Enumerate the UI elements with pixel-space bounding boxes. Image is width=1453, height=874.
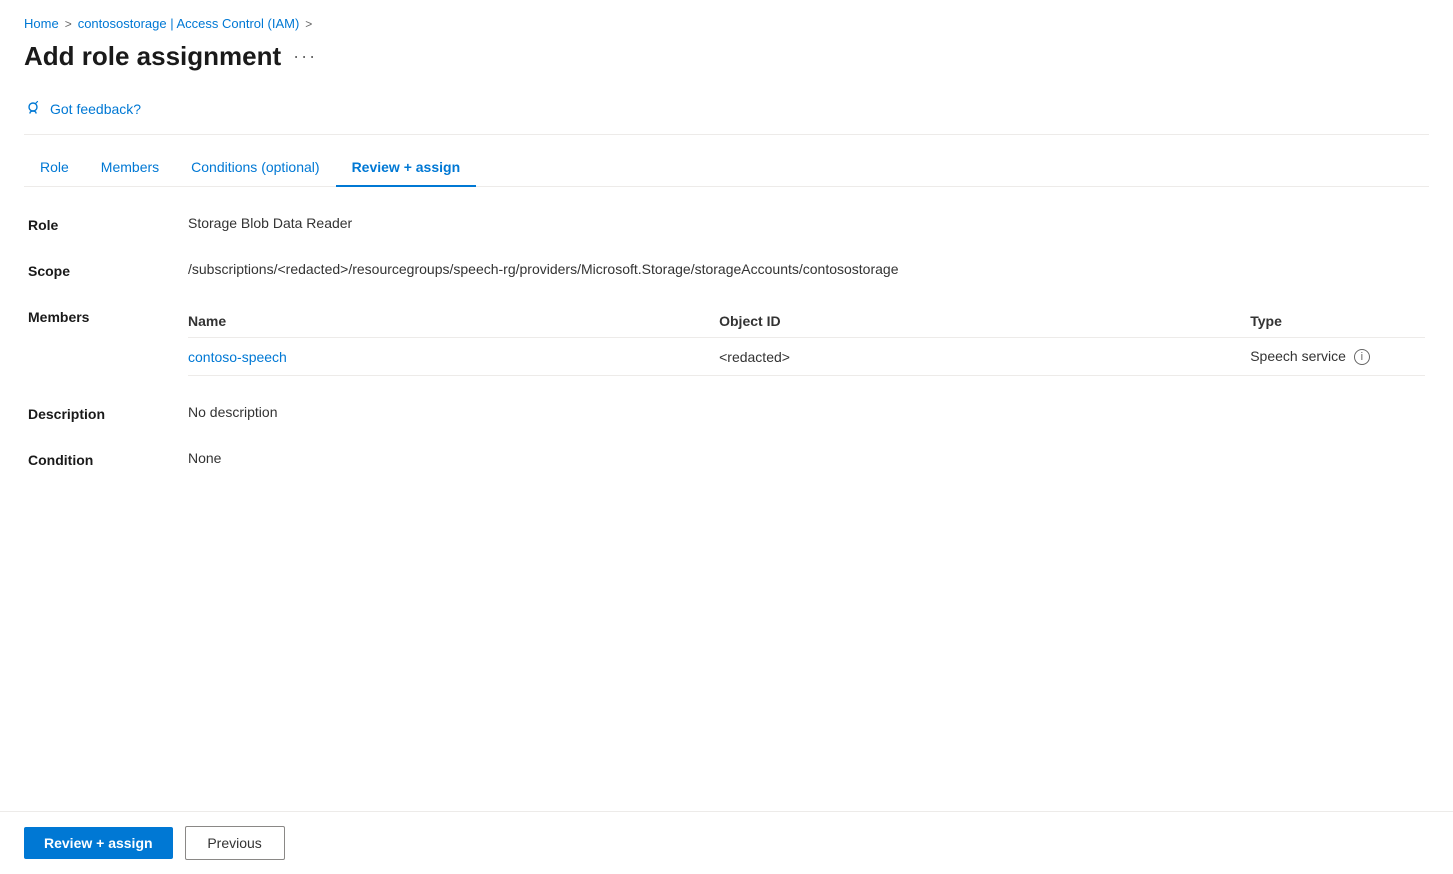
members-table: Name Object ID Type contoso-speech <reda…	[188, 307, 1425, 376]
breadcrumb-iam[interactable]: contosostorage | Access Control (IAM)	[78, 16, 300, 31]
breadcrumb: Home > contosostorage | Access Control (…	[24, 16, 1429, 31]
description-field-row: Description No description	[28, 404, 1425, 422]
member-name: contoso-speech	[188, 338, 719, 376]
members-field-row: Members Name Object ID Type cont	[28, 307, 1425, 376]
review-assign-button[interactable]: Review + assign	[24, 827, 173, 859]
speech-service-info-icon[interactable]: i	[1354, 349, 1370, 365]
col-header-name: Name	[188, 307, 719, 338]
content-area: Role Storage Blob Data Reader Scope /sub…	[24, 215, 1429, 468]
feedback-row[interactable]: Got feedback?	[24, 92, 1429, 126]
member-objectid: <redacted>	[719, 338, 1250, 376]
page-title: Add role assignment	[24, 41, 281, 72]
tab-review-assign[interactable]: Review + assign	[336, 151, 477, 187]
col-header-type: Type	[1250, 307, 1425, 338]
tab-conditions[interactable]: Conditions (optional)	[175, 151, 335, 187]
member-type: Speech service i	[1250, 338, 1425, 376]
breadcrumb-sep-2: >	[305, 17, 312, 31]
feedback-label: Got feedback?	[50, 101, 141, 117]
scope-value: /subscriptions/<redacted>/resourcegroups…	[188, 261, 899, 277]
role-label: Role	[28, 215, 188, 233]
condition-value: None	[188, 450, 221, 466]
role-value: Storage Blob Data Reader	[188, 215, 352, 231]
divider	[24, 134, 1429, 135]
members-table-container: Name Object ID Type contoso-speech <reda…	[188, 307, 1425, 376]
col-header-objectid: Object ID	[719, 307, 1250, 338]
description-value: No description	[188, 404, 278, 420]
tabs-bar: Role Members Conditions (optional) Revie…	[24, 151, 1429, 187]
condition-label: Condition	[28, 450, 188, 468]
previous-button[interactable]: Previous	[185, 826, 285, 860]
scope-field-row: Scope /subscriptions/<redacted>/resource…	[28, 261, 1425, 279]
tab-members[interactable]: Members	[85, 151, 175, 187]
tab-role[interactable]: Role	[24, 151, 85, 187]
role-field-row: Role Storage Blob Data Reader	[28, 215, 1425, 233]
more-options-button[interactable]: ···	[293, 46, 317, 67]
breadcrumb-home[interactable]: Home	[24, 16, 59, 31]
feedback-icon	[24, 100, 42, 118]
table-row: contoso-speech <redacted> Speech service…	[188, 338, 1425, 376]
breadcrumb-sep-1: >	[65, 17, 72, 31]
bottom-bar: Review + assign Previous	[0, 811, 1453, 874]
members-label: Members	[28, 307, 188, 325]
description-label: Description	[28, 404, 188, 422]
condition-field-row: Condition None	[28, 450, 1425, 468]
scope-label: Scope	[28, 261, 188, 279]
